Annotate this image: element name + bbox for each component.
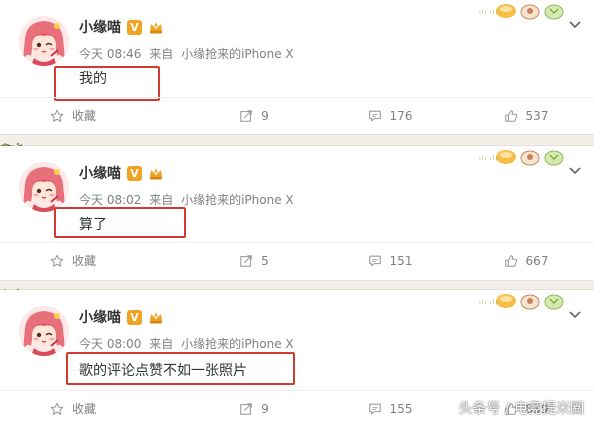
weibo-post-1: ılı ılı 小缘喵 V 今天 08:46 来自 小缘抢来的iPhone X … [0,0,594,134]
watermark: 头条号 / 电竞提米圈 [458,401,584,417]
v-badge-icon: V [127,165,142,181]
repost-button[interactable]: 9 [186,98,322,133]
favorite-label: 收藏 [72,109,97,123]
avatar[interactable] [19,16,69,66]
comment-icon [368,109,382,123]
repost-icon [239,254,253,268]
thumbs-up-icon [504,254,518,268]
source-prefix: 来自 [149,193,174,207]
favorite-label: 收藏 [72,402,97,416]
action-bar: 收藏 5 151 667 [0,242,594,278]
highlight-box [54,207,186,238]
star-icon [50,402,64,416]
comment-icon [368,254,382,268]
comment-button[interactable]: 176 [322,98,458,133]
avatar[interactable] [19,306,69,356]
chevron-down-icon[interactable] [568,20,582,30]
repost-count: 9 [261,401,269,416]
author-name[interactable]: 小缘喵 [79,307,121,327]
repost-icon [239,109,253,123]
comment-button[interactable]: 151 [322,243,458,278]
thumbs-up-icon [504,109,518,123]
like-count: 667 [525,253,549,268]
crown-icon [148,20,164,35]
chevron-down-icon[interactable] [568,166,582,176]
favorite-button[interactable]: 收藏 [0,391,186,426]
post-time[interactable]: 今天 08:02 [79,193,141,207]
comment-count: 176 [389,108,413,123]
post-meta: 今天 08:02 来自 小缘抢来的iPhone X [79,191,298,208]
avatar[interactable] [19,162,69,212]
action-bar: 收藏 9 176 537 [0,97,594,133]
post-time[interactable]: 今天 08:46 [79,47,141,61]
post-source[interactable]: 小缘抢来的iPhone X [181,337,294,351]
post-content: 算了 [79,217,107,233]
decoration-snack-icon [494,146,570,168]
repost-count: 9 [261,108,269,123]
post-meta: 今天 08:00 来自 小缘抢来的iPhone X [79,335,298,352]
comment-count: 151 [389,253,413,268]
decoration-snack-icon [494,0,570,22]
v-badge-icon: V [127,19,142,35]
source-prefix: 来自 [149,47,174,61]
repost-button[interactable]: 9 [186,391,322,426]
decoration-label: ılı ılı [479,9,498,16]
post-time[interactable]: 今天 08:00 [79,337,141,351]
post-separator [0,280,594,290]
favorite-button[interactable]: 收藏 [0,98,186,133]
star-icon [50,109,64,123]
like-button[interactable]: 667 [458,243,594,278]
post-source[interactable]: 小缘抢来的iPhone X [181,47,294,61]
author-name[interactable]: 小缘喵 [79,17,121,37]
source-prefix: 来自 [149,337,174,351]
favorite-label: 收藏 [72,254,97,268]
highlight-box [54,66,160,101]
post-content: 我的 [79,71,107,87]
post-source[interactable]: 小缘抢来的iPhone X [181,193,294,207]
like-button[interactable]: 537 [458,98,594,133]
star-icon [50,254,64,268]
crown-icon [148,310,164,325]
post-content: 歌的评论点赞不如一张照片 [79,363,247,379]
chevron-down-icon[interactable] [568,310,582,320]
decoration-label: ılı ılı [479,299,498,306]
decoration-snack-icon [494,290,570,312]
post-meta: 今天 08:46 来自 小缘抢来的iPhone X [79,45,298,62]
crown-icon [148,166,164,181]
v-badge-icon: V [127,309,142,325]
author-name[interactable]: 小缘喵 [79,163,121,183]
favorite-button[interactable]: 收藏 [0,243,186,278]
post-separator [0,134,594,146]
decoration-label: ılı ılı [479,155,498,162]
like-count: 537 [525,108,549,123]
repost-count: 5 [261,253,269,268]
repost-icon [239,402,253,416]
repost-button[interactable]: 5 [186,243,322,278]
comment-count: 155 [389,401,413,416]
comment-button[interactable]: 155 [322,391,458,426]
comment-icon [368,402,382,416]
weibo-post-2: ılı ılı 小缘喵 V 今天 08:02 来自 小缘抢来的iPhone X … [0,146,594,280]
